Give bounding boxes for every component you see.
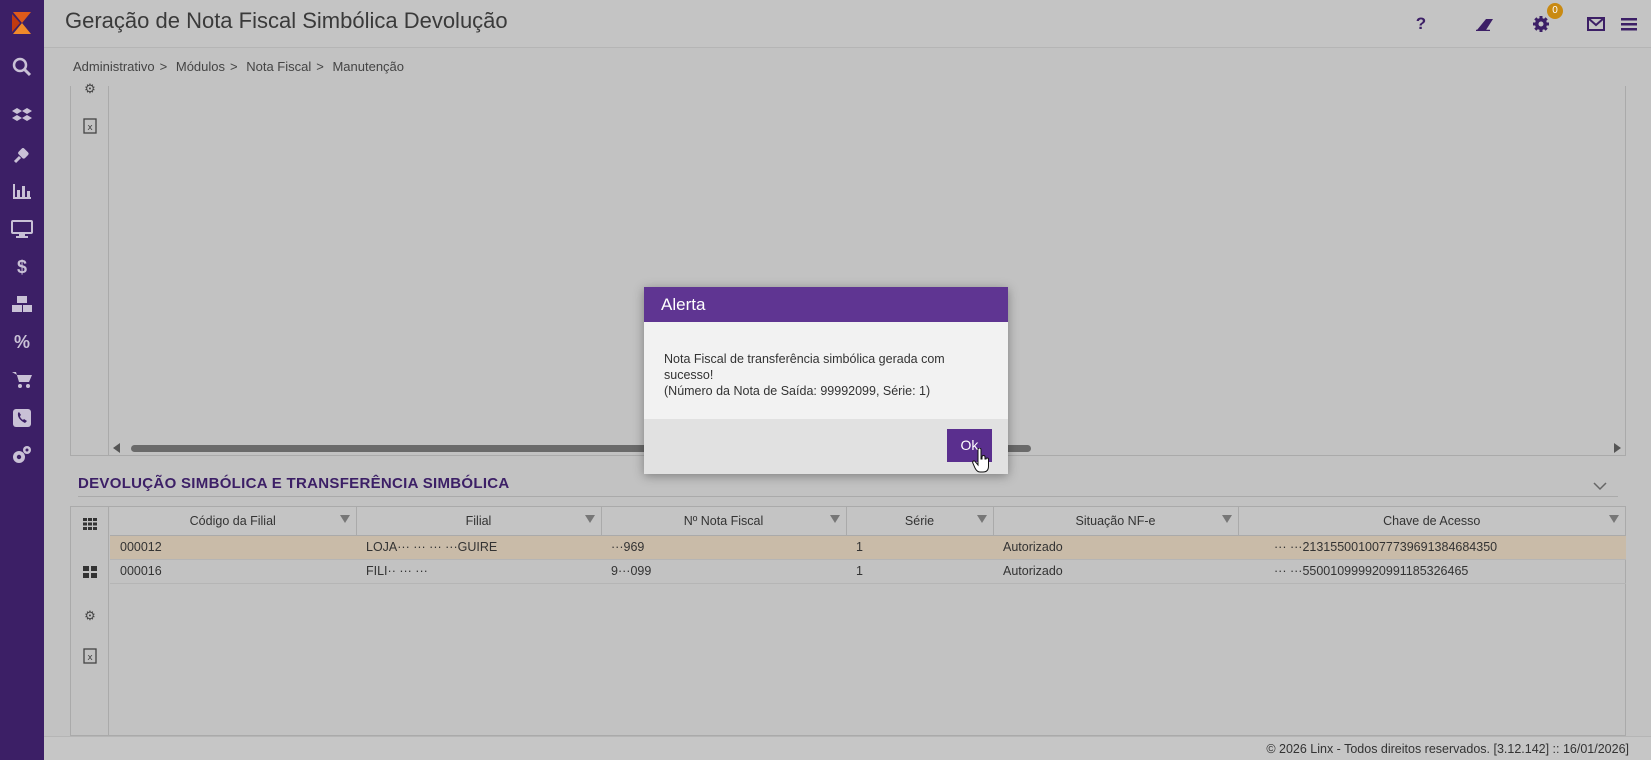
page-title: Geração de Nota Fiscal Simbólica Devoluç… xyxy=(65,8,508,33)
table-header-row: Código da Filial Filial Nº Nota Fiscal S… xyxy=(110,507,1626,536)
dialog-message: Nota Fiscal de transferência simbólica g… xyxy=(664,352,945,382)
alert-dialog: Alerta Nota Fiscal de transferência simb… xyxy=(644,287,1008,474)
mail-icon[interactable] xyxy=(1584,12,1608,36)
cell-nota: 9···099 xyxy=(601,559,846,584)
svg-text:x: x xyxy=(87,653,93,663)
footer: © 2026 Linx - Todos direitos reservados.… xyxy=(44,736,1651,760)
dropbox-icon[interactable] xyxy=(9,103,35,129)
cell-codigo: 000012 xyxy=(110,535,356,560)
scroll-left-arrow[interactable] xyxy=(113,443,120,453)
breadcrumb-item[interactable]: Manutenção xyxy=(332,59,404,74)
breadcrumb-separator: > xyxy=(230,59,238,74)
section-title: DEVOLUÇÃO SIMBÓLICA E TRANSFERÊNCIA SIMB… xyxy=(78,475,510,492)
scroll-right-arrow[interactable] xyxy=(1614,443,1621,453)
phone-icon[interactable] xyxy=(9,405,35,431)
linx-logo xyxy=(12,12,31,34)
search-icon[interactable] xyxy=(9,54,35,80)
grid-icon[interactable] xyxy=(81,517,99,535)
breadcrumb-item[interactable]: Nota Fiscal xyxy=(246,59,311,74)
hand-cursor-icon xyxy=(972,448,989,473)
column-label: Filial xyxy=(465,513,492,528)
filter-icon[interactable] xyxy=(976,515,987,523)
section-divider xyxy=(78,496,1618,497)
table-row[interactable]: 000016 FILI·· ··· ··· 9···099 1 Autoriza… xyxy=(110,559,1626,584)
table-row[interactable]: 000012 LOJA··· ··· ··· ···GUIRE ···969 1… xyxy=(110,535,1626,560)
cell-situacao: Autorizado xyxy=(993,559,1238,584)
breadcrumb: Administrativo > Módulos > Nota Fiscal > Ma… xyxy=(73,59,409,74)
excel-export-icon[interactable]: x xyxy=(81,118,99,136)
cell-serie: 1 xyxy=(846,535,993,560)
cell-codigo: 000016 xyxy=(110,559,356,584)
dialog-message-detail: (Número da Nota de Saída: 99992099, Séri… xyxy=(664,384,931,398)
column-header[interactable]: Série xyxy=(846,507,994,536)
cell-chave: ··· ···2131550010077739691384684350 xyxy=(1238,535,1626,560)
result-grid-panel: ⚙ x Código da Filial Filial Nº Nota Fisc… xyxy=(70,506,1626,736)
breadcrumb-item[interactable]: Administrativo xyxy=(73,59,155,74)
cart-icon[interactable] xyxy=(9,367,35,393)
monitor-icon[interactable] xyxy=(9,216,35,242)
gears-icon[interactable] xyxy=(9,442,35,468)
column-header[interactable]: Filial xyxy=(356,507,602,536)
mail-badge: 0 xyxy=(1547,3,1563,19)
filter-icon[interactable] xyxy=(339,515,350,523)
filter-icon[interactable] xyxy=(1221,515,1232,523)
question-icon[interactable]: ? xyxy=(1409,12,1433,36)
grid-toolbar: ⚙ x xyxy=(71,507,109,735)
svg-text:x: x xyxy=(87,123,93,133)
dialog-title: Alerta xyxy=(644,287,1008,322)
breadcrumb-separator: > xyxy=(316,59,324,74)
filter-icon[interactable] xyxy=(584,515,595,523)
excel-export-icon[interactable]: x xyxy=(81,648,99,666)
column-header[interactable]: Situação NF-e xyxy=(993,507,1239,536)
result-table: Código da Filial Filial Nº Nota Fiscal S… xyxy=(110,507,1626,584)
cell-nota: ···969 xyxy=(601,535,846,560)
filter-icon[interactable] xyxy=(1609,515,1619,523)
gears-icon[interactable]: ⚙ xyxy=(81,607,99,625)
cell-filial: LOJA··· ··· ··· ···GUIRE xyxy=(356,535,601,560)
dollar-icon[interactable]: $ xyxy=(9,254,35,280)
plug-icon[interactable] xyxy=(9,141,35,167)
column-label: Nº Nota Fiscal xyxy=(683,513,764,528)
gears-icon[interactable]: ⚙ xyxy=(81,80,99,98)
cell-filial: FILI·· ··· ··· xyxy=(356,559,601,584)
column-label: Série xyxy=(904,513,935,528)
eraser-icon[interactable] xyxy=(1474,12,1498,36)
chevron-down-icon[interactable] xyxy=(1593,478,1607,492)
column-header[interactable]: Chave de Acesso xyxy=(1238,507,1626,536)
bar-chart-icon[interactable] xyxy=(9,178,35,204)
breadcrumb-separator: > xyxy=(159,59,168,74)
top-grid-toolbar: ⚙ x xyxy=(71,81,109,455)
boxes-icon[interactable] xyxy=(9,291,35,317)
cell-chave: ··· ···5500109999209911853264​65 xyxy=(1238,559,1626,584)
column-label: Código da Filial xyxy=(189,513,276,528)
cell-situacao: Autorizado xyxy=(993,535,1238,560)
percent-icon[interactable]: % xyxy=(9,329,35,355)
column-label: Situação NF-e xyxy=(1075,513,1156,528)
column-header[interactable]: Nº Nota Fiscal xyxy=(601,507,847,536)
hamburger-icon[interactable] xyxy=(1617,12,1641,36)
layout-icon[interactable] xyxy=(81,565,99,583)
column-label: Chave de Acesso xyxy=(1383,513,1481,528)
filter-icon[interactable] xyxy=(829,515,840,523)
column-header[interactable]: Código da Filial xyxy=(110,507,357,536)
cell-serie: 1 xyxy=(846,559,993,584)
sidebar: $ % xyxy=(0,0,44,760)
dialog-footer: Ok xyxy=(644,419,1008,474)
dialog-body: Nota Fiscal de transferência simbólica g… xyxy=(644,322,1008,419)
breadcrumb-item[interactable]: Módulos xyxy=(176,59,225,74)
